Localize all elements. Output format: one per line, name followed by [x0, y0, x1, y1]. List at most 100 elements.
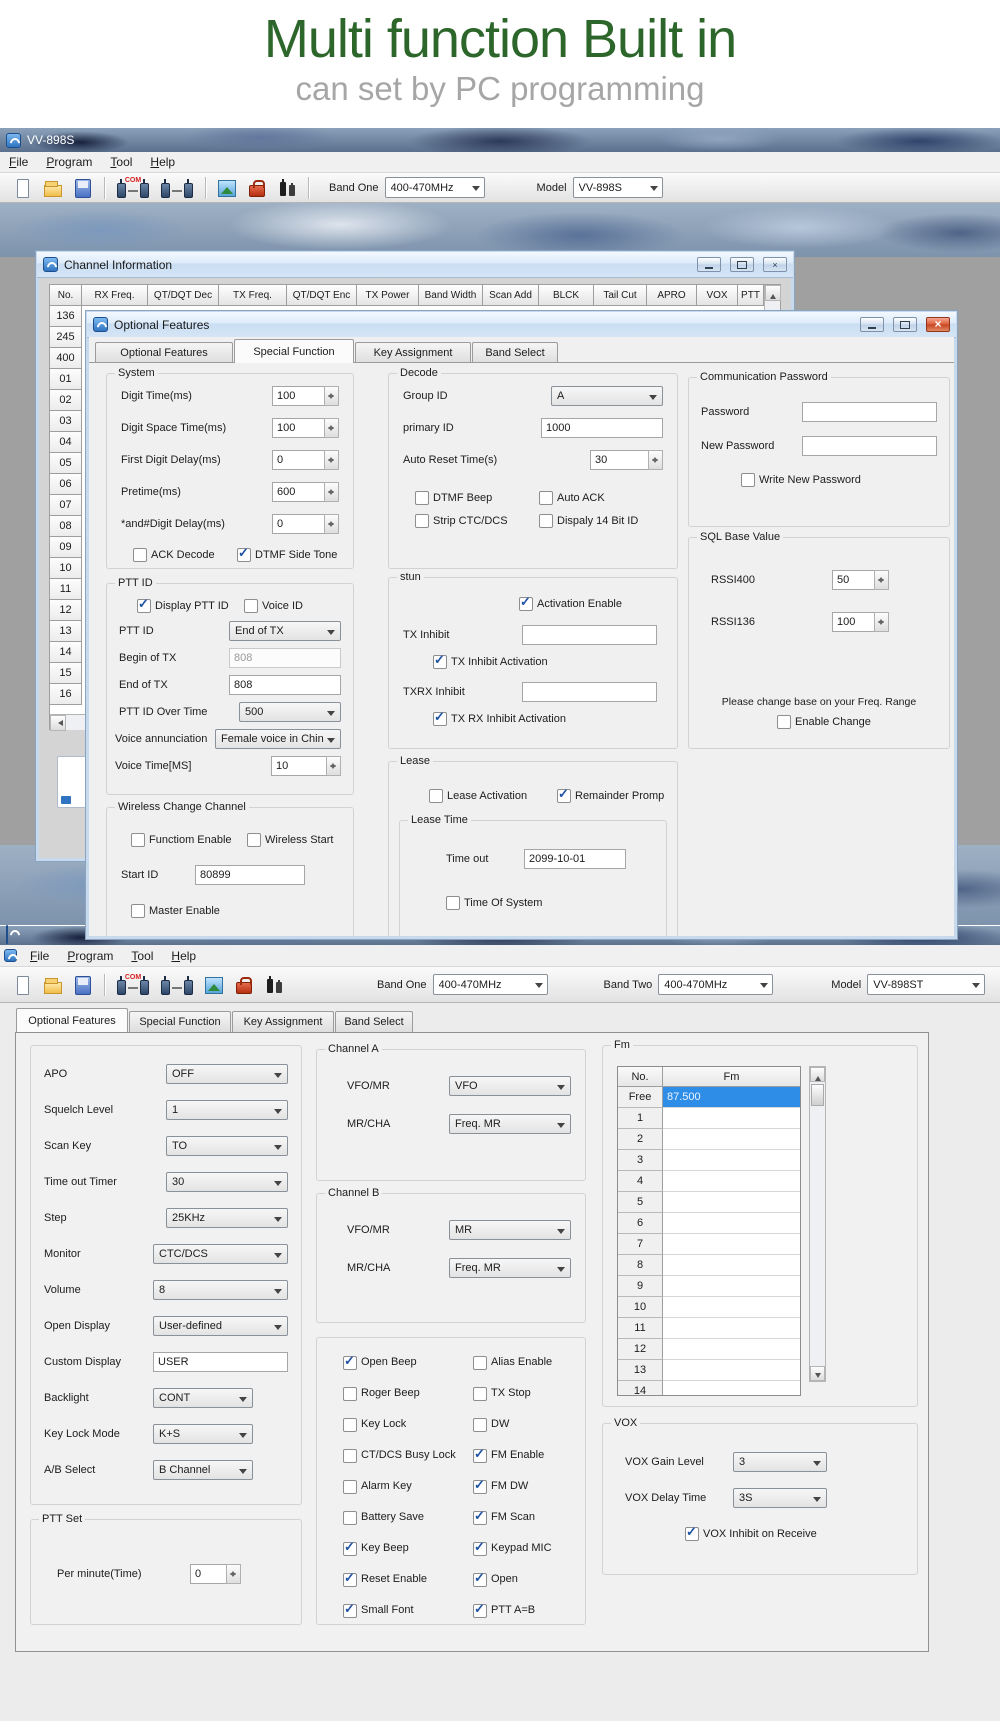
tx-stop-checkbox[interactable]: TX Stop — [473, 1386, 531, 1401]
key-lock-mode-select[interactable]: K+S — [153, 1424, 253, 1444]
row-number-cell[interactable]: 07 — [50, 495, 82, 516]
start-id-input[interactable]: 80899 — [195, 865, 305, 885]
lease-activation-checkbox[interactable]: Lease Activation — [429, 788, 557, 803]
vertical-scrollbar[interactable] — [809, 1066, 826, 1382]
row-number-cell[interactable]: 400 — [50, 348, 82, 369]
column-header[interactable]: VOX — [697, 285, 738, 306]
read-from-radio-icon[interactable] — [157, 176, 197, 200]
write-to-radio-icon[interactable]: COM — [113, 176, 153, 200]
spinner-buttons[interactable] — [324, 418, 339, 438]
fm-no-cell[interactable]: 14 — [618, 1381, 663, 1396]
fm-no-cell[interactable]: 11 — [618, 1318, 663, 1339]
apo-select[interactable]: OFF — [166, 1064, 288, 1084]
fm-no-cell[interactable]: 7 — [618, 1234, 663, 1255]
menu-program[interactable]: Program — [37, 152, 101, 172]
fm-value-cell[interactable] — [663, 1108, 800, 1129]
model-select[interactable]: VV-898ST — [867, 974, 985, 995]
column-header[interactable]: QT/DQT Dec — [148, 285, 219, 306]
row-number-cell[interactable]: 11 — [50, 579, 82, 600]
image-icon[interactable] — [203, 973, 225, 997]
fm-value-cell[interactable] — [663, 1213, 800, 1234]
spinner-buttons[interactable] — [326, 756, 341, 776]
band-one-select[interactable]: 400-470MHz — [433, 974, 548, 995]
tab-key-assignment[interactable]: Key Assignment — [232, 1011, 334, 1032]
fm-no-cell[interactable]: Free — [618, 1087, 663, 1108]
column-header[interactable]: TX Power — [357, 285, 419, 306]
scrollbar-down-icon[interactable] — [810, 1366, 825, 1381]
tab-special-function[interactable]: Special Function — [129, 1011, 231, 1032]
wireless-start-checkbox[interactable]: Wireless Start — [247, 832, 333, 847]
step-select[interactable]: 25KHz — [166, 1208, 288, 1228]
spinner-buttons[interactable] — [874, 570, 889, 590]
small-font-checkbox[interactable]: Small Font — [343, 1603, 414, 1618]
column-header[interactable]: No. — [618, 1067, 663, 1087]
channel-b-mr-cha-select[interactable]: Freq. MR — [449, 1258, 571, 1278]
alarm-key-checkbox[interactable]: Alarm Key — [343, 1479, 412, 1494]
spinner-buttons[interactable] — [648, 450, 663, 470]
maximize-button[interactable] — [893, 317, 917, 332]
fm-value-cell[interactable] — [663, 1276, 800, 1297]
scrollbar-up-icon[interactable] — [810, 1067, 825, 1082]
tx-inhibit-activation-checkbox[interactable]: TX Inhibit Activation — [433, 654, 548, 669]
ptt-id-select[interactable]: End of TX — [229, 621, 341, 641]
row-number-cell[interactable]: 06 — [50, 474, 82, 495]
toolbox-icon[interactable] — [233, 973, 255, 997]
timeout-timer-select[interactable]: 30 — [166, 1172, 288, 1192]
strip-ctc-dcs-checkbox[interactable]: Strip CTC/DCS — [415, 513, 539, 528]
scrollbar-up-icon[interactable] — [765, 285, 781, 301]
per-minute-spinner[interactable]: 0 — [190, 1564, 241, 1584]
row-number-cell[interactable]: 09 — [50, 537, 82, 558]
fm-no-cell[interactable]: 10 — [618, 1297, 663, 1318]
fm-no-cell[interactable]: 6 — [618, 1213, 663, 1234]
star-digit-delay-spinner[interactable]: 0 — [272, 514, 339, 534]
fm-value-cell[interactable]: 87.500 — [663, 1087, 800, 1108]
radio-icon[interactable] — [276, 176, 298, 200]
model-select[interactable]: VV-898S — [573, 177, 663, 198]
fm-value-cell[interactable] — [663, 1255, 800, 1276]
column-header[interactable]: Scan Add — [483, 285, 539, 306]
row-number-cell[interactable]: 136 — [50, 306, 82, 327]
toolbox-icon[interactable] — [246, 176, 268, 200]
ptt-id-over-time-select[interactable]: 500 — [239, 702, 341, 722]
row-number-cell[interactable]: 15 — [50, 663, 82, 684]
backlight-select[interactable]: CONT — [153, 1388, 253, 1408]
column-header[interactable]: TX Freq. — [219, 285, 287, 306]
fm-value-cell[interactable] — [663, 1234, 800, 1255]
menu-help[interactable]: Help — [141, 152, 184, 172]
fm-scan-checkbox[interactable]: FM Scan — [473, 1510, 535, 1525]
fm-value-cell[interactable] — [663, 1381, 800, 1396]
dtmf-side-tone-checkbox[interactable]: DTMF Side Tone — [237, 547, 337, 562]
column-header[interactable]: No. — [50, 285, 82, 306]
fm-value-cell[interactable] — [663, 1360, 800, 1381]
txrx-inhibit-input[interactable] — [522, 682, 657, 702]
group-id-select[interactable]: A — [551, 386, 663, 406]
fm-value-cell[interactable] — [663, 1171, 800, 1192]
fm-no-cell[interactable]: 12 — [618, 1339, 663, 1360]
open-beep-checkbox[interactable]: Open Beep — [343, 1355, 417, 1370]
dw-checkbox[interactable]: DW — [473, 1417, 509, 1432]
row-number-cell[interactable]: 08 — [50, 516, 82, 537]
dtmf-beep-checkbox[interactable]: DTMF Beep — [415, 490, 539, 505]
fm-no-cell[interactable]: 2 — [618, 1129, 663, 1150]
read-from-radio-icon[interactable] — [157, 973, 197, 997]
keypad-mic-checkbox[interactable]: Keypad MIC — [473, 1541, 552, 1556]
close-button[interactable] — [926, 317, 950, 332]
display-ptt-id-checkbox[interactable]: Display PTT ID — [137, 598, 244, 613]
custom-display-input[interactable]: USER — [153, 1352, 288, 1372]
alias-enable-checkbox[interactable]: Alias Enable — [473, 1355, 552, 1370]
auto-reset-time-spinner[interactable]: 30 — [590, 450, 663, 470]
fm-enable-checkbox[interactable]: FM Enable — [473, 1448, 544, 1463]
row-number-cell[interactable]: 05 — [50, 453, 82, 474]
open-file-icon[interactable] — [42, 973, 64, 997]
fm-value-cell[interactable] — [663, 1339, 800, 1360]
ack-decode-checkbox[interactable]: ACK Decode — [133, 547, 237, 562]
fm-no-cell[interactable]: 5 — [618, 1192, 663, 1213]
password-input[interactable] — [802, 402, 937, 422]
vox-delay-time-select[interactable]: 3S — [733, 1488, 827, 1508]
tab-key-assignment[interactable]: Key Assignment — [355, 342, 471, 363]
fm-no-cell[interactable]: 9 — [618, 1276, 663, 1297]
ab-select-select[interactable]: B Channel — [153, 1460, 253, 1480]
open-display-select[interactable]: User-defined — [153, 1316, 288, 1336]
voice-time-spinner[interactable]: 10 — [271, 756, 341, 776]
menu-tool[interactable]: Tool — [101, 152, 141, 172]
